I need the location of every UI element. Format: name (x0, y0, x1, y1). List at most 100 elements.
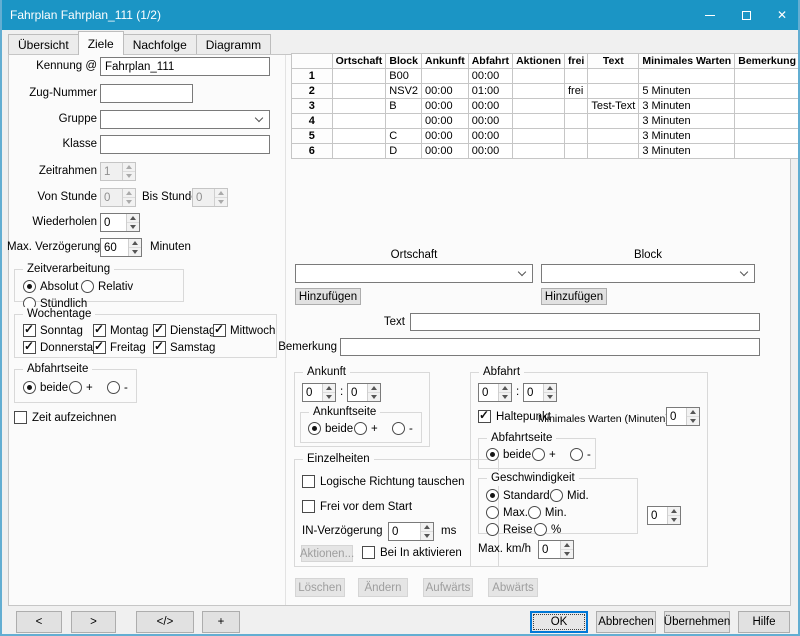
ortschaft-combobox[interactable] (295, 264, 533, 283)
max-verzoegerung-spinner[interactable]: 60 (100, 238, 142, 257)
bemerkung-input[interactable] (340, 338, 760, 356)
abwaerts-button[interactable]: Abwärts (488, 578, 538, 597)
row-header[interactable]: 2 (292, 84, 333, 99)
zeitrahmen-spinner[interactable]: 1 (100, 162, 136, 181)
radio-plus[interactable]: + (532, 448, 570, 461)
table-cell[interactable] (513, 84, 565, 99)
aufwaerts-button[interactable]: Aufwärts (423, 578, 473, 597)
table-cell[interactable] (332, 69, 386, 84)
table-cell[interactable]: 00:00 (422, 114, 469, 129)
spin-up-icon[interactable] (123, 163, 135, 171)
corner-header[interactable] (292, 54, 333, 69)
table-cell[interactable] (564, 129, 587, 144)
klasse-input[interactable] (100, 135, 270, 154)
spin-down-icon[interactable] (544, 392, 556, 401)
radio-min[interactable]: Min. (528, 506, 592, 519)
table-cell[interactable] (422, 69, 469, 84)
col-header-abfahrt[interactable]: Abfahrt (468, 54, 512, 69)
row-header[interactable]: 4 (292, 114, 333, 129)
spin-up-icon[interactable] (687, 408, 699, 416)
table-cell[interactable]: 00:00 (422, 84, 469, 99)
table-cell[interactable] (639, 69, 735, 84)
bei-in-aktivieren-checkbox[interactable]: Bei In aktivieren (362, 546, 462, 559)
table-cell[interactable]: 00:00 (422, 99, 469, 114)
ankunft-stunde-spinner[interactable]: 0 (302, 383, 336, 402)
text-input[interactable] (410, 313, 760, 331)
table-cell[interactable]: frei (564, 84, 587, 99)
table-cell[interactable]: C (386, 129, 422, 144)
spin-down-icon[interactable] (129, 247, 141, 256)
table-cell[interactable] (564, 99, 587, 114)
radio-plus[interactable]: + (354, 422, 392, 435)
table-cell[interactable] (735, 129, 800, 144)
radio-mid[interactable]: Mid. (550, 489, 598, 502)
spin-up-icon[interactable] (561, 541, 573, 549)
frei-vor-start-checkbox[interactable]: Frei vor dem Start (302, 500, 412, 513)
spin-up-icon[interactable] (421, 523, 433, 531)
spin-down-icon[interactable] (215, 197, 227, 206)
minimales-warten-spinner[interactable]: 0 (666, 407, 700, 426)
abfahrt-minute-spinner[interactable]: 0 (523, 383, 557, 402)
table-cell[interactable] (588, 84, 639, 99)
table-cell[interactable] (564, 69, 587, 84)
spin-down-icon[interactable] (127, 222, 139, 231)
gruppe-combobox[interactable] (100, 110, 270, 129)
table-cell[interactable] (513, 129, 565, 144)
ankunft-minute-spinner[interactable]: 0 (347, 383, 381, 402)
spin-down-icon[interactable] (323, 392, 335, 401)
table-cell[interactable] (588, 129, 639, 144)
col-header-ortschaft[interactable]: Ortschaft (332, 54, 386, 69)
spin-up-icon[interactable] (668, 507, 680, 515)
table-cell[interactable]: 01:00 (468, 84, 512, 99)
checkbox-montag[interactable]: Montag (93, 324, 153, 337)
radio-absolut[interactable]: Absolut (23, 280, 81, 293)
row-header[interactable]: 5 (292, 129, 333, 144)
nav-prev-button[interactable]: < (16, 611, 62, 633)
spin-up-icon[interactable] (499, 384, 511, 392)
radio-percent[interactable]: % (534, 523, 561, 536)
von-stunde-spinner[interactable]: 0 (100, 188, 136, 207)
aktionen-button[interactable]: Aktionen... (301, 545, 353, 562)
loeschen-button[interactable]: Löschen (295, 578, 345, 597)
table-cell[interactable] (513, 69, 565, 84)
checkbox-mittwoch[interactable]: Mittwoch (213, 324, 273, 337)
table-cell[interactable]: 00:00 (468, 99, 512, 114)
table-cell[interactable] (588, 69, 639, 84)
table-cell[interactable] (735, 114, 800, 129)
spin-down-icon[interactable] (123, 197, 135, 206)
spin-down-icon[interactable] (499, 392, 511, 401)
table-cell[interactable] (735, 144, 800, 159)
tab-ubersicht[interactable]: Übersicht (8, 34, 79, 54)
spin-up-icon[interactable] (127, 214, 139, 222)
table-cell[interactable]: 3 Minuten (639, 114, 735, 129)
spin-down-icon[interactable] (123, 171, 135, 180)
abbrechen-button[interactable]: Abbrechen (596, 611, 656, 633)
close-button[interactable]: ✕ (764, 0, 800, 30)
nav-code-button[interactable]: </> (136, 611, 194, 633)
radio-plus[interactable]: + (69, 381, 107, 394)
table-cell[interactable]: NSV2 (386, 84, 422, 99)
radio-relativ[interactable]: Relativ (81, 280, 134, 293)
spin-down-icon[interactable] (421, 531, 433, 540)
table-cell[interactable] (588, 114, 639, 129)
block-hinzufuegen-button[interactable]: Hinzufügen (541, 288, 607, 305)
table-cell[interactable]: 00:00 (422, 129, 469, 144)
table-cell[interactable]: 00:00 (468, 114, 512, 129)
table-cell[interactable] (735, 69, 800, 84)
max-kmh-spinner[interactable]: 0 (538, 540, 574, 559)
nav-add-button[interactable]: + (202, 611, 240, 633)
table-cell[interactable] (564, 114, 587, 129)
table-cell[interactable]: Test-Text (588, 99, 639, 114)
block-combobox[interactable] (541, 264, 755, 283)
checkbox-donnerstag[interactable]: Donnerstag (23, 341, 93, 354)
spin-up-icon[interactable] (323, 384, 335, 392)
checkbox-sonntag[interactable]: Sonntag (23, 324, 93, 337)
nav-next-button[interactable]: > (71, 611, 116, 633)
spin-down-icon[interactable] (687, 416, 699, 425)
table-cell[interactable]: 3 Minuten (639, 99, 735, 114)
table-cell[interactable]: 3 Minuten (639, 129, 735, 144)
wiederholen-spinner[interactable]: 0 (100, 213, 140, 232)
table-cell[interactable] (332, 129, 386, 144)
col-header-frei[interactable]: frei (564, 54, 587, 69)
checkbox-samstag[interactable]: Samstag (153, 341, 213, 354)
